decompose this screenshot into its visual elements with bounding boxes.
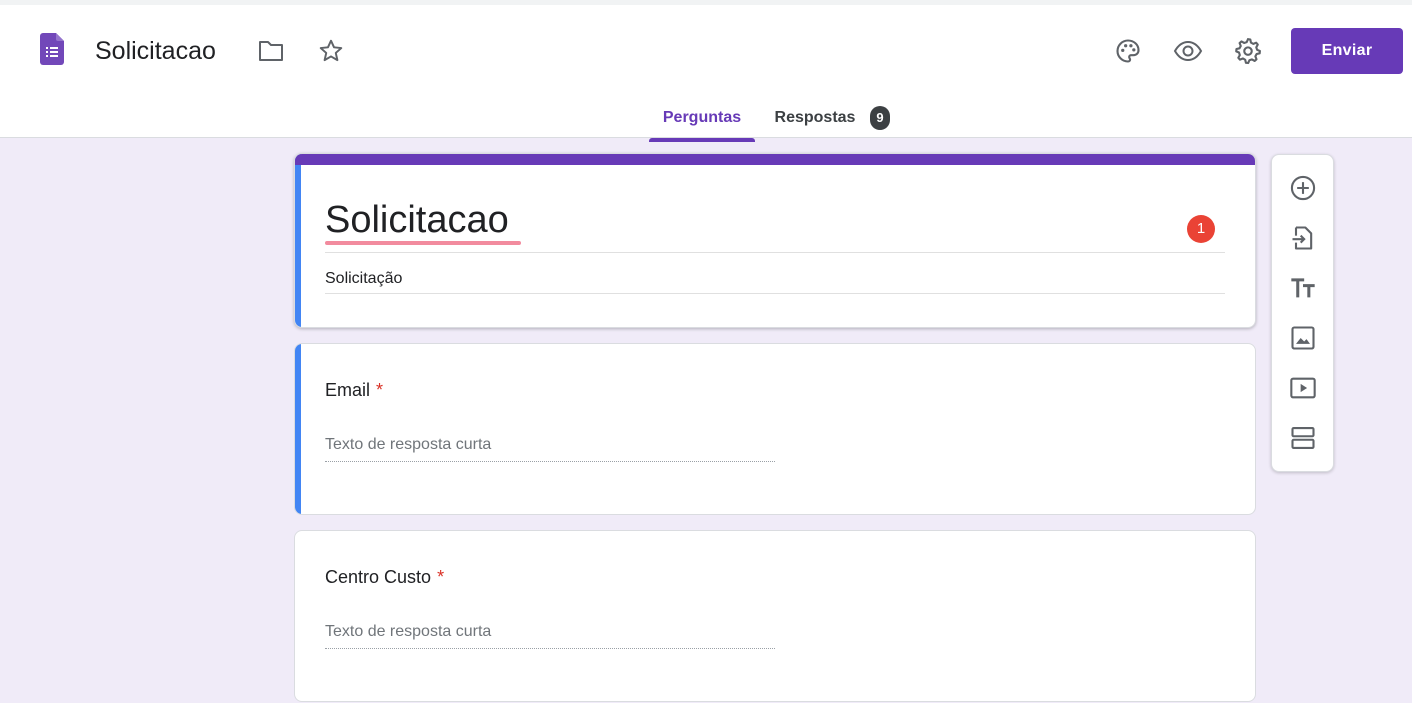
palette-icon[interactable] xyxy=(1112,35,1144,67)
import-questions-icon[interactable] xyxy=(1287,222,1319,254)
required-mark: * xyxy=(437,567,445,587)
short-answer-placeholder: Texto de resposta curta xyxy=(325,623,492,640)
folder-icon[interactable] xyxy=(255,35,287,67)
forms-doc-icon[interactable] xyxy=(40,33,64,65)
tab-responses[interactable]: Respostas xyxy=(765,95,865,142)
required-mark: * xyxy=(376,380,384,400)
gear-icon[interactable] xyxy=(1232,35,1264,67)
add-video-icon[interactable] xyxy=(1287,372,1319,404)
responses-count-badge: 9 xyxy=(870,106,890,130)
send-button[interactable]: Enviar xyxy=(1291,28,1403,74)
description-divider xyxy=(325,293,1225,294)
form-description-input[interactable]: Solicitação xyxy=(325,268,402,290)
document-title[interactable]: Solicitacao xyxy=(95,31,216,71)
form-title-card[interactable]: Solicitacao 1 Solicitação xyxy=(294,153,1256,328)
star-icon[interactable] xyxy=(315,35,347,67)
add-section-icon[interactable] xyxy=(1287,422,1319,454)
floating-toolbar xyxy=(1271,154,1334,472)
tab-questions[interactable]: Perguntas xyxy=(649,95,755,142)
question-title-text: Centro Custo xyxy=(325,567,432,587)
add-question-icon[interactable] xyxy=(1287,172,1319,204)
short-answer-line xyxy=(325,648,775,649)
spellcheck-underline xyxy=(325,241,521,245)
short-answer-placeholder: Texto de resposta curta xyxy=(325,436,492,453)
form-title-input[interactable]: Solicitacao xyxy=(325,196,509,244)
error-count-badge[interactable]: 1 xyxy=(1187,215,1215,243)
eye-icon[interactable] xyxy=(1172,35,1204,67)
question-card-centro-custo[interactable]: Centro Custo * Texto de resposta curta xyxy=(294,530,1256,702)
forms-editor-page: Solicitacao Enviar Perguntas Respostas 9… xyxy=(0,0,1412,703)
add-image-icon[interactable] xyxy=(1287,322,1319,354)
question-title-text: Email xyxy=(325,380,371,400)
title-divider xyxy=(325,252,1225,253)
editor-tabs: Perguntas Respostas 9 xyxy=(0,95,1412,142)
question-card-email[interactable]: Email * Texto de resposta curta xyxy=(294,343,1256,515)
app-header: Solicitacao Enviar Perguntas Respostas 9 xyxy=(0,0,1412,142)
question-title[interactable]: Email * xyxy=(325,378,383,402)
title-card-accent-bar xyxy=(295,154,1255,165)
question-title[interactable]: Centro Custo * xyxy=(325,565,444,589)
short-answer-line xyxy=(325,461,775,462)
add-title-icon[interactable] xyxy=(1287,272,1319,304)
